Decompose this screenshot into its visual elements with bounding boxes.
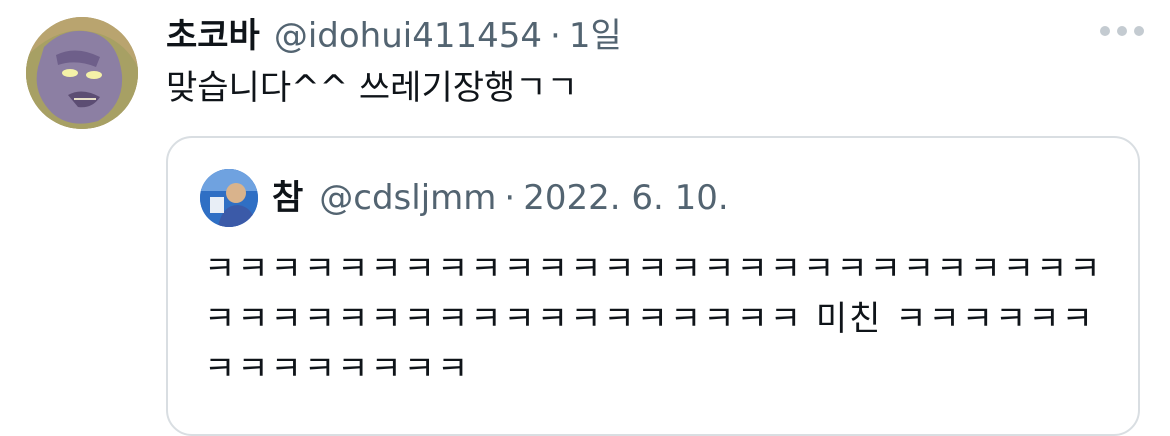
quoted-tweet-card[interactable]: 참 @cdsljmm · 2022. 6. 10. ㅋㅋㅋㅋㅋㅋㅋㅋㅋㅋㅋㅋㅋㅋ… (166, 136, 1140, 436)
person-photo-avatar-icon (200, 169, 258, 227)
more-dots-icon[interactable] (1100, 26, 1144, 36)
author-handle[interactable]: @idohui411454 (274, 14, 542, 58)
tweet-time[interactable]: 1일 (569, 14, 622, 58)
quoted-author-avatar[interactable] (200, 169, 258, 227)
quoted-date[interactable]: 2022. 6. 10. (523, 176, 728, 220)
quoted-text: ㅋㅋㅋㅋㅋㅋㅋㅋㅋㅋㅋㅋㅋㅋㅋㅋㅋㅋㅋㅋㅋㅋㅋㅋㅋㅋㅋ ㅋㅋㅋㅋㅋㅋㅋㅋㅋㅋㅋㅋ… (204, 244, 1114, 394)
dot (1100, 26, 1110, 36)
quoted-author-handle[interactable]: @cdsljmm (319, 176, 496, 220)
separator-dot: · (504, 178, 516, 218)
gargoyle-avatar-icon (26, 17, 138, 129)
author-avatar[interactable] (26, 17, 138, 129)
separator-dot: · (550, 16, 561, 56)
dot (1117, 26, 1127, 36)
dot (1134, 26, 1144, 36)
quoted-text-line: ㅋㅋㅋㅋㅋㅋㅋㅋㅋㅋㅋㅋㅋㅋㅋㅋㅋㅋ 미친 ㅋㅋㅋㅋㅋㅋ (204, 299, 1095, 339)
quoted-text-line: ㅋㅋㅋㅋㅋㅋㅋㅋㅋㅋㅋㅋㅋㅋㅋㅋㅋㅋㅋㅋㅋㅋㅋㅋㅋㅋㅋ (204, 249, 1103, 289)
quoted-text-line: ㅋㅋㅋㅋㅋㅋㅋㅋ (204, 349, 471, 389)
quoted-header: 참 @cdsljmm · 2022. 6. 10. (272, 176, 729, 220)
tweet-text: 맞습니다^^ 쓰레기장행ㄱㄱ (166, 68, 578, 108)
author-name[interactable]: 초코바 (166, 14, 260, 58)
quoted-author-name[interactable]: 참 (272, 176, 303, 220)
tweet-header: 초코바 @idohui411454 · 1일 (166, 14, 622, 58)
